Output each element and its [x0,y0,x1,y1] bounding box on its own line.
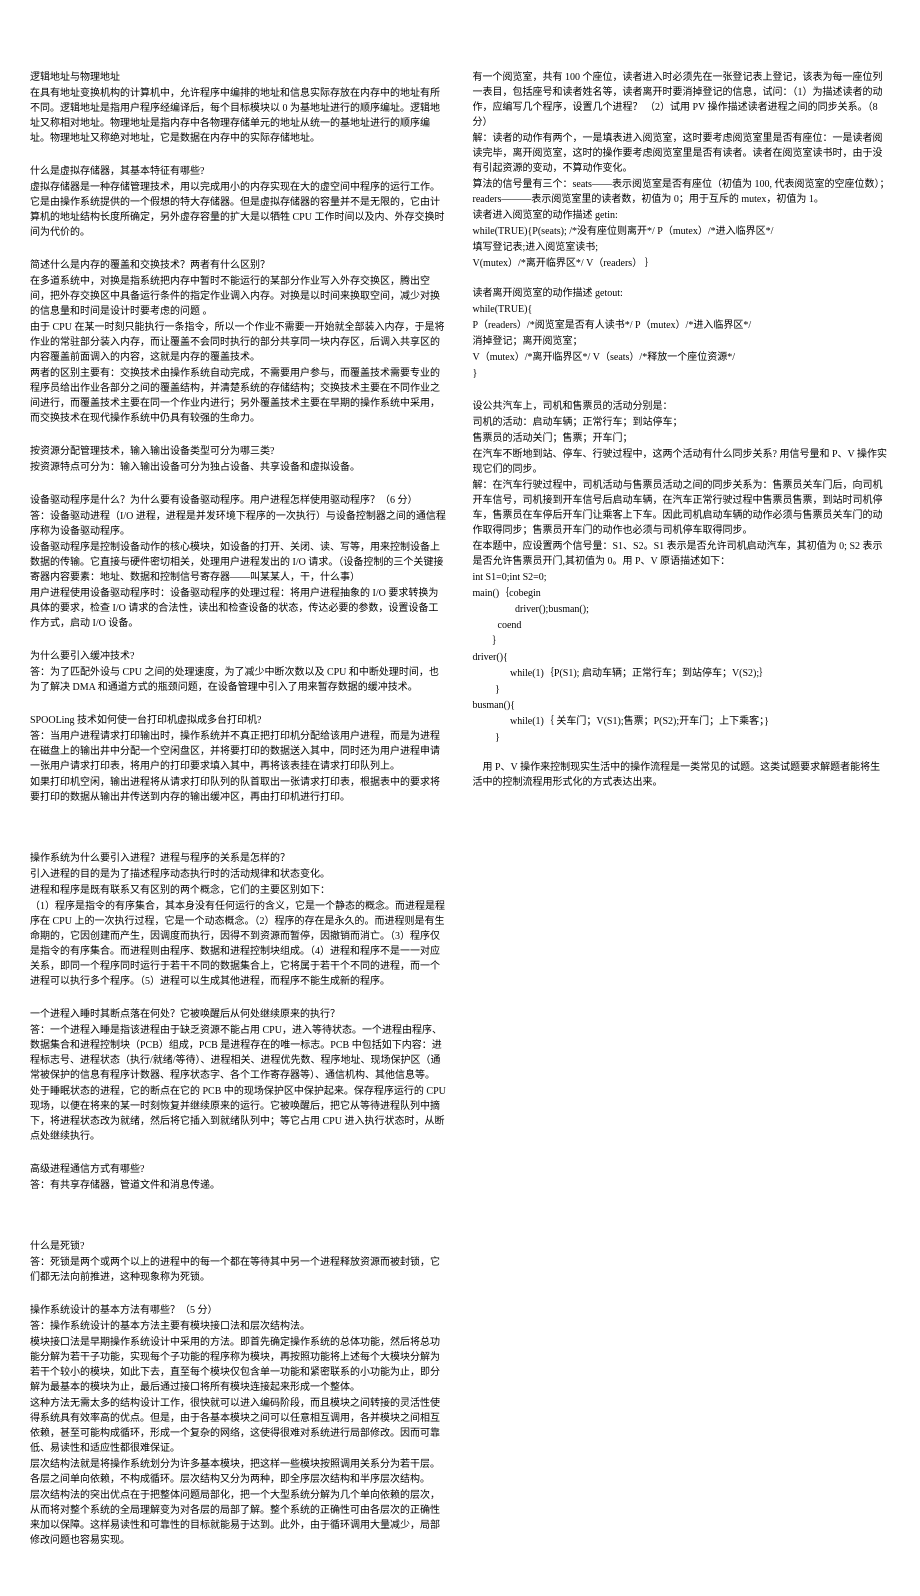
code-line: } [473,366,891,381]
heading: 操作系统设计的基本方法有哪些？（5 分） [30,1303,448,1318]
paragraph: 设公共汽车上，司机和售票员的活动分别是： [473,399,891,414]
code-line: while(TRUE){ [473,302,891,317]
code-line: main()｛cobegin [473,586,891,601]
heading: 高级进程通信方式有哪些? [30,1162,448,1177]
paragraph: 虚拟存储器是一种存储管理技术，用以完成用小的内存实现在大的虚空间中程序的运行工作… [30,180,448,240]
code-line: while(TRUE){P(seats); /*没有座位则离开*/ P（mute… [473,224,891,239]
code-line: while(1)｛ 关车门；V(S1);售票；P(S2);开车门；上下乘客；} [473,714,891,729]
section-os-design: 操作系统设计的基本方法有哪些？（5 分） 答：操作系统设计的基本方法主要有模块接… [30,1303,448,1548]
section-ipc: 高级进程通信方式有哪些? 答：有共享存储器，管道文件和消息传递。 [30,1162,448,1193]
paragraph: 在多道系统中，对换是指系统把内存中暂时不能运行的某部分作业写入外存交换区，腾出空… [30,274,448,319]
heading: 设备驱动程序是什么？为什么要有设备驱动程序。用户进程怎样使用驱动程序？（6 分） [30,493,448,508]
heading: 按资源分配管理技术，输入输出设备类型可分为哪三类? [30,444,448,459]
paragraph: 如果打印机空闲，输出进程将从请求打印队列的队首取出一张请求打印表，根据表中的要求… [30,775,448,805]
paragraph: 用 P、V 操作来控制现实生活中的操作流程是一类常见的试题。这类试题要求解题者能… [473,760,891,790]
paragraph: 答：当用户进程请求打印输出时，操作系统并不真正把打印机分配给该用户进程，而是为进… [30,729,448,774]
paragraph: 层次结构法就是将操作系统划分为许多基本模块，把这样一些模块按照调用关系分为若干层… [30,1457,448,1487]
paragraph: 读者进入阅览室的动作描述 getin: [473,208,891,223]
right-column: 有一个阅览室，共有 100 个座位，读者进入时必须先在一张登记表上登记，该表为每… [473,70,891,1566]
code-line: } [473,682,891,697]
paragraph: 两者的区别主要有：交换技术由操作系统自动完成，不需要用户参与，而覆盖技术需要专业… [30,366,448,426]
paragraph: 算法的信号量有三个：seats——表示阅览室是否有座位（初值为 100, 代表阅… [473,177,891,207]
section-device-driver: 设备驱动程序是什么？为什么要有设备驱动程序。用户进程怎样使用驱动程序？（6 分）… [30,493,448,631]
left-column: 逻辑地址与物理地址 在具有地址变换机构的计算机中，允许程序中编排的地址和信息实际… [30,70,448,1566]
section-io-device-types: 按资源分配管理技术，输入输出设备类型可分为哪三类? 按资源特点可分为：输入输出设… [30,444,448,475]
section-deadlock: 什么是死锁? 答：死锁是两个或两个以上的进程中的每一个都在等待其中另一个进程释放… [30,1239,448,1285]
paragraph: 在本题中，应设置两个信号量：S1、S2。S1 表示是否允许司机启动汽车，其初值为… [473,539,891,569]
heading: 为什么要引入缓冲技术? [30,649,448,664]
code-line: ｝ [473,634,891,649]
heading: 什么是虚拟存储器，其基本特征有哪些? [30,164,448,179]
paragraph: 用户进程使用设备驱动程序时：设备驱动程序的处理过程：将用户进程抽象的 I/O 要… [30,586,448,631]
code-line: P（readers）/*阅览室是否有人读书*/ P（mutex）/*进入临界区*… [473,318,891,333]
paragraph: 处于睡眠状态的进程，它的断点在它的 PCB 中的现场保护区中保护起来。保存程序运… [30,1084,448,1144]
paragraph: 解：在汽车行驶过程中，司机活动与售票员活动之间的同步关系为：售票员关车门后，向司… [473,478,891,538]
section-spooling: SPOOLing 技术如何使一台打印机虚拟成多台打印机? 答：当用户进程请求打印… [30,713,448,805]
code-line: driver(){ [473,650,891,665]
code-line: V（mutex）/*离开临界区*/ V（seats）/*释放一个座位资源*/ [473,350,891,365]
heading: 一个进程入睡时其断点落在何处？它被唤醒后从何处继续原来的执行？ [30,1007,448,1022]
code-line: busman(){ [473,698,891,713]
paragraph: 答：设备驱动进程（I/O 进程，进程是并发环境下程序的一次执行）与设备控制器之间… [30,509,448,539]
section-process-sleep: 一个进程入睡时其断点落在何处？它被唤醒后从何处继续原来的执行？ 答：一个进程入睡… [30,1007,448,1144]
paragraph: 答：操作系统设计的基本方法主要有模块接口法和层次结构法。 [30,1319,448,1334]
heading: 简述什么是内存的覆盖和交换技术？两者有什么区别？ [30,258,448,273]
section-virtual-memory: 什么是虚拟存储器，其基本特征有哪些? 虚拟存储器是一种存储管理技术，用以完成用小… [30,164,448,240]
paragraph: 司机的活动：启动车辆；正常行车；到站停车； [473,415,891,430]
code-line: V(mutex）/*离开临界区*/ V（readers） ｝ [473,256,891,271]
section-reading-room: 有一个阅览室，共有 100 个座位，读者进入时必须先在一张登记表上登记，该表为每… [473,70,891,381]
paragraph: 在具有地址变换机构的计算机中，允许程序中编排的地址和信息实际存放在内存中的地址有… [30,86,448,146]
paragraph: 在汽车不断地到站、停车、行驶过程中，这两个活动有什么同步关系? 用信号量和 P、… [473,447,891,477]
code-line: driver();busman(); [473,602,891,617]
code-line: while(1)｛P(S1); 启动车辆；正常行车；到站停车；V(S2);｝ [473,666,891,681]
heading: 操作系统为什么要引入进程？进程与程序的关系是怎样的？ [30,851,448,866]
code-line: } [473,730,891,745]
paragraph: 答：有共享存储器，管道文件和消息传递。 [30,1178,448,1193]
paragraph: 答：一个进程入睡是指该进程由于缺乏资源不能占用 CPU，进入等待状态。一个进程由… [30,1023,448,1083]
code-line: int S1=0;int S2=0; [473,570,891,585]
code-line: coend [473,618,891,633]
paragraph: 答：死锁是两个或两个以上的进程中的每一个都在等待其中另一个进程释放资源而被封锁，… [30,1255,448,1285]
paragraph: 售票员的活动关门；售票；开车门； [473,431,891,446]
paragraph: 模块接口法是早期操作系统设计中采用的方法。即首先确定操作系统的总体功能，然后将总… [30,1335,448,1395]
paragraph: 读者离开阅览室的动作描述 getout: [473,286,891,301]
paragraph: 有一个阅览室，共有 100 个座位，读者进入时必须先在一张登记表上登记，该表为每… [473,70,891,130]
paragraph: 答：为了匹配外设与 CPU 之间的处理速度，为了减少中断次数以及 CPU 和中断… [30,665,448,695]
paragraph: 解：读者的动作有两个，一是填表进入阅览室，这时要考虑阅览室里是否有座位：一是读者… [473,131,891,176]
paragraph: 层次结构法的突出优点在于把整体问题局部化，把一个大型系统分解为几个单向依赖的层次… [30,1488,448,1548]
paragraph: 设备驱动程序是控制设备动作的核心模块，如设备的打开、关闭、读、写等，用来控制设备… [30,540,448,585]
section-buffer: 为什么要引入缓冲技术? 答：为了匹配外设与 CPU 之间的处理速度，为了减少中断… [30,649,448,695]
heading: 逻辑地址与物理地址 [30,70,448,85]
heading: SPOOLing 技术如何使一台打印机虚拟成多台打印机? [30,713,448,728]
paragraph: （1）程序是指令的有序集合，其本身没有任何运行的含义，它是一个静态的概念。而进程… [30,899,448,989]
code-line: 填写登记表;进入阅览室读书; [473,240,891,255]
section-process-intro: 操作系统为什么要引入进程？进程与程序的关系是怎样的？ 引入进程的目的是为了描述程… [30,851,448,989]
paragraph: 引入进程的目的是为了描述程序动态执行时的活动规律和状态变化。 [30,867,448,882]
paragraph: 进程和程序是既有联系又有区别的两个概念，它们的主要区别如下： [30,883,448,898]
paragraph: 按资源特点可分为：输入输出设备可分为独占设备、共享设备和虚拟设备。 [30,460,448,475]
heading: 什么是死锁? [30,1239,448,1254]
section-logical-physical-address: 逻辑地址与物理地址 在具有地址变换机构的计算机中，允许程序中编排的地址和信息实际… [30,70,448,146]
paragraph: 这种方法无需太多的结构设计工作，很快就可以进入编码阶段，而且模块之间转接的灵活性… [30,1396,448,1456]
paragraph: 由于 CPU 在某一时刻只能执行一条指令，所以一个作业不需要一开始就全部装入内存… [30,320,448,365]
code-line: 消掉登记；离开阅览室； [473,334,891,349]
section-overlay-swap: 简述什么是内存的覆盖和交换技术？两者有什么区别？ 在多道系统中，对换是指系统把内… [30,258,448,426]
section-bus-driver: 设公共汽车上，司机和售票员的活动分别是： 司机的活动：启动车辆；正常行车；到站停… [473,399,891,790]
